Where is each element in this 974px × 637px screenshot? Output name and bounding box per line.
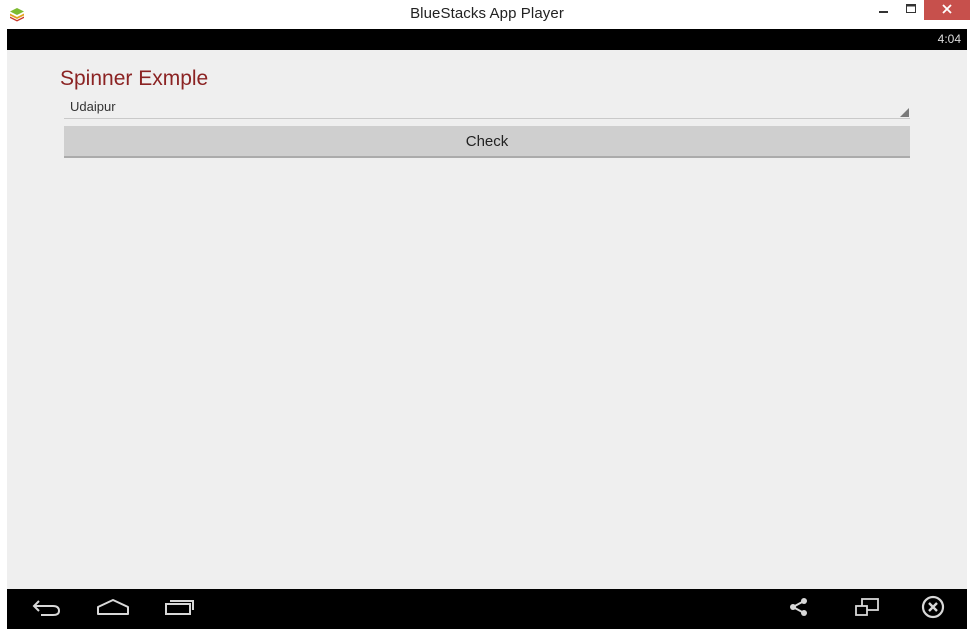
window-title: BlueStacks App Player	[410, 5, 564, 22]
city-spinner[interactable]: Udaipur	[64, 95, 910, 119]
status-bar: 4:04	[7, 29, 967, 50]
window-button[interactable]	[853, 589, 881, 629]
share-icon	[789, 597, 809, 622]
page-title: Spinner Exmple	[60, 67, 209, 90]
home-button[interactable]	[95, 589, 131, 629]
minimize-icon	[879, 1, 889, 19]
back-icon	[31, 597, 61, 622]
share-button[interactable]	[787, 589, 811, 629]
navigation-bar	[7, 589, 967, 629]
check-button[interactable]: Check	[64, 126, 910, 158]
title-bar: BlueStacks App Player	[0, 0, 974, 28]
bluestacks-window: BlueStacks App Player 4:04 Spinner Exmpl…	[0, 0, 974, 637]
minimize-button[interactable]	[870, 0, 898, 20]
recents-icon	[164, 598, 194, 621]
dropdown-arrow-icon	[900, 108, 909, 117]
close-button[interactable]	[924, 0, 970, 20]
home-icon	[96, 598, 130, 621]
close-circle-icon	[921, 595, 945, 624]
exit-button[interactable]	[919, 589, 947, 629]
close-icon	[942, 1, 952, 19]
back-button[interactable]	[29, 589, 63, 629]
recents-button[interactable]	[163, 589, 195, 629]
status-clock: 4:04	[937, 32, 961, 46]
maximize-icon	[905, 1, 917, 19]
app-content: Spinner Exmple Udaipur Check	[7, 50, 967, 589]
maximize-button[interactable]	[898, 0, 924, 20]
spinner-selected-value: Udaipur	[70, 99, 116, 114]
window-icon	[854, 597, 880, 622]
